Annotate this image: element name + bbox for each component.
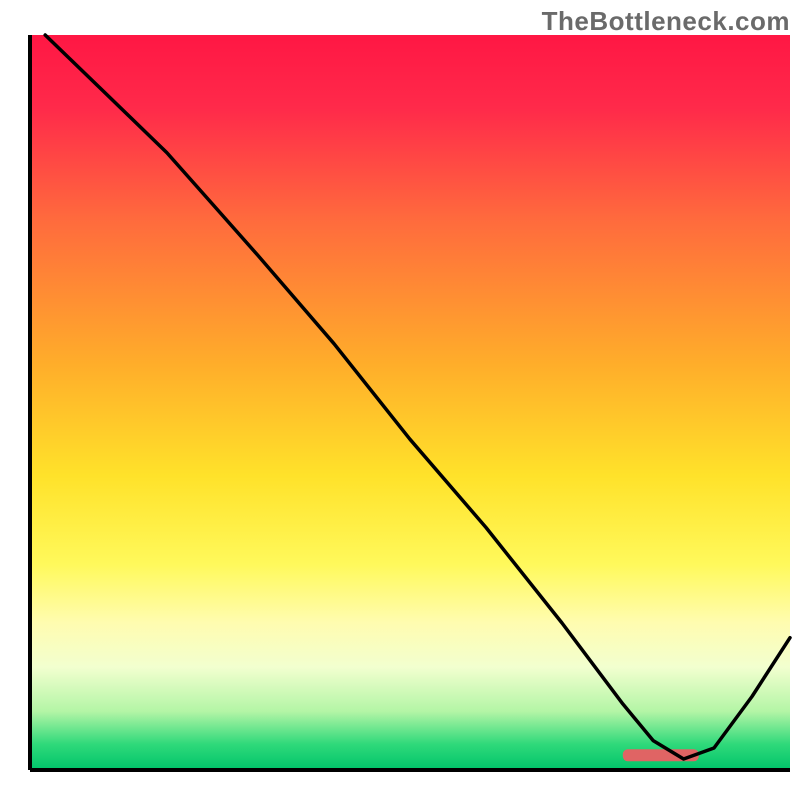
optimal-range-marker: [623, 749, 699, 761]
bottleneck-chart: [0, 0, 800, 800]
plot-background: [30, 35, 790, 770]
chart-container: TheBottleneck.com: [0, 0, 800, 800]
